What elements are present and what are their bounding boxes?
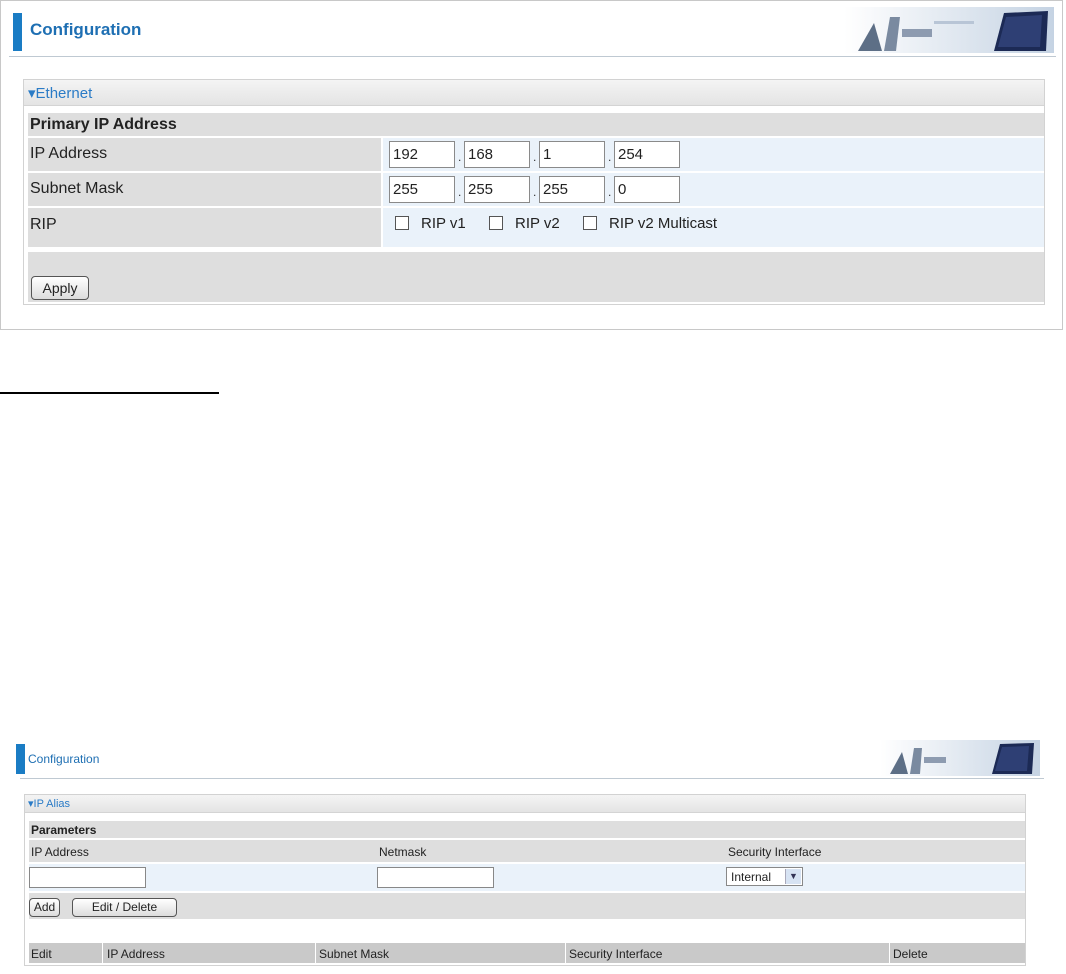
security-interface-column-label: Security Interface [728,845,822,859]
header-divider [20,778,1044,779]
input-row: Internal ▼ [29,864,1025,891]
ip-octet-3[interactable]: 1 [539,141,605,168]
add-button[interactable]: Add [29,898,60,917]
dot-separator: . [608,185,612,199]
page-title: Configuration [28,752,100,766]
rip-v2-multicast-label: RIP v2 Multicast [609,215,718,232]
ip-address-column-label: IP Address [31,845,89,859]
accent-bar [13,13,22,51]
netmask-column-label: Netmask [379,845,427,859]
ip-address-fields: 192 . 168 . 1 . 254 [383,138,1044,171]
table-header-subnet-mask: Subnet Mask [319,947,390,961]
security-interface-select[interactable]: Internal ▼ [726,867,803,886]
dot-separator: . [458,185,462,199]
dot-separator: . [608,150,612,164]
group-label: Primary IP Address [28,113,1044,136]
table-header-ip-address: IP Address [107,947,165,961]
rip-v1-label: RIP v1 [421,215,466,232]
rip-label: RIP [28,208,381,247]
ip-address-row: IP Address 192 . 168 . 1 . 254 [28,138,1044,171]
ip-address-input[interactable] [29,867,146,888]
page-title: Configuration [30,20,142,39]
header-divider [9,56,1056,57]
section-header[interactable]: ▾IP Alias [25,795,1025,813]
office-banner-icon [844,7,1054,53]
column-divider [315,943,316,963]
group-label: Parameters [31,823,97,837]
group-header-row: Parameters [29,821,1025,838]
edit-delete-button[interactable]: Edit / Delete [72,898,177,917]
mask-octet-1[interactable]: 255 [389,176,455,203]
column-divider [102,943,103,963]
office-banner-icon [880,740,1040,776]
column-label-row: IP Address Netmask Security Interface [29,840,1025,862]
mask-octet-4[interactable]: 0 [614,176,680,203]
apply-row: Apply [28,252,1044,302]
separator-line [0,392,219,394]
section-header[interactable]: ▾Ethernet [24,80,1044,106]
rip-options: RIP v1 RIP v2 RIP v2 Multicast [383,208,1044,247]
rip-v2-checkbox[interactable] [489,216,503,230]
chevron-down-icon[interactable]: ▼ [785,869,801,884]
security-interface-value: Internal [731,870,772,884]
rip-row: RIP RIP v1 RIP v2 RIP v2 Multicast [28,208,1044,247]
section-title: ▾IP Alias [28,798,71,810]
rip-v2-multicast-checkbox[interactable] [583,216,597,230]
rip-v1-checkbox[interactable] [395,216,409,230]
mask-octet-2[interactable]: 255 [464,176,530,203]
column-divider [565,943,566,963]
subnet-mask-fields: 255 . 255 . 255 . 0 [383,173,1044,206]
table-header-delete: Delete [893,947,928,961]
ip-octet-4[interactable]: 254 [614,141,680,168]
dot-separator: . [533,185,537,199]
netmask-input[interactable] [377,867,494,888]
apply-button[interactable]: Apply [31,276,89,300]
ip-octet-2[interactable]: 168 [464,141,530,168]
mask-octet-3[interactable]: 255 [539,176,605,203]
ethernet-section: ▾Ethernet Primary IP Address IP Address … [23,79,1045,305]
dot-separator: . [533,150,537,164]
ip-alias-section: ▾IP Alias Parameters IP Address Netmask … [24,794,1026,966]
table-header-security-interface: Security Interface [569,947,663,961]
section-title: ▾Ethernet [28,85,93,102]
panel-header: Configuration [1,1,1062,59]
button-row: Add Edit / Delete [29,893,1025,919]
subnet-mask-label: Subnet Mask [28,173,381,206]
accent-bar [16,744,25,774]
ip-octet-1[interactable]: 192 [389,141,455,168]
dot-separator: . [458,150,462,164]
column-divider [889,943,890,963]
group-header-row: Primary IP Address [28,113,1044,136]
subnet-mask-row: Subnet Mask 255 . 255 . 255 . 0 [28,173,1044,206]
alias-table-header: Edit IP Address Subnet Mask Security Int… [29,943,1025,963]
ip-address-label: IP Address [28,138,381,171]
ethernet-config-panel: Configuration ▾Ethernet Primary IP Addre… [0,0,1063,330]
ip-alias-config-panel: Configuration ▾IP Alias Parameters IP Ad… [8,734,1048,974]
rip-v2-label: RIP v2 [515,215,560,232]
table-header-edit: Edit [31,947,52,961]
